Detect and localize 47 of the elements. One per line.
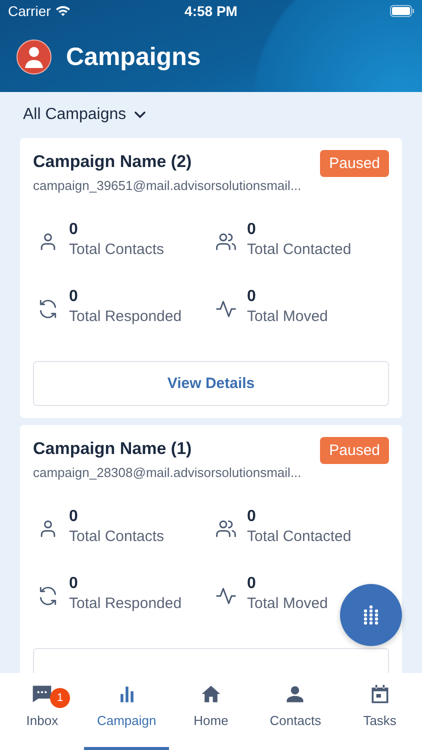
activity-icon [215, 585, 237, 607]
tab-item[interactable]: Tasks [338, 673, 422, 750]
refresh-icon [37, 298, 59, 320]
stat-value: 0 [69, 508, 79, 526]
tab-item[interactable]: Home [168, 673, 254, 750]
chevron-down-icon[interactable] [134, 111, 146, 119]
stat-value: 0 [69, 221, 79, 239]
stat-label: Total Responded [69, 595, 182, 612]
stat-label: Total Contacts [69, 528, 164, 545]
notification-badge: 1 [50, 688, 70, 708]
dialpad-icon [363, 605, 379, 625]
refresh-icon [37, 585, 59, 607]
stat-label: Total Responded [69, 308, 182, 325]
stat-value: 0 [247, 221, 257, 239]
stat-label: Total Contacts [69, 241, 164, 258]
tab-item[interactable]: Inbox 1 [0, 673, 84, 750]
people-icon [215, 231, 237, 253]
view-details-button[interactable]: View Details [33, 361, 389, 406]
carrier-label: Carrier [8, 3, 51, 19]
tab-item[interactable]: Campaign [84, 673, 169, 750]
filter-dropdown[interactable]: All Campaigns [23, 106, 126, 124]
activity-icon [215, 298, 237, 320]
campaign-name: Campaign Name (1) [33, 439, 192, 459]
status-badge: Paused [320, 437, 389, 464]
stat-label: Total Moved [247, 308, 328, 325]
stat-value: 0 [69, 288, 79, 306]
status-time: 4:58 PM [184, 3, 238, 19]
stat-label: Total Contacted [247, 528, 352, 545]
avatar-icon[interactable] [16, 39, 52, 75]
stat-value: 0 [247, 508, 257, 526]
campaign-email: campaign_28308@mail.advisorsolutionsmail... [33, 465, 302, 480]
home-icon [200, 683, 222, 705]
page-title: Campaigns [66, 42, 201, 72]
stat-value: 0 [69, 575, 79, 593]
tab-item[interactable]: Contacts [253, 673, 338, 750]
campaign-name: Campaign Name (2) [33, 152, 192, 172]
stat-label: Total Moved [247, 595, 328, 612]
campaign-email: campaign_39651@mail.advisorsolutionsmail... [33, 178, 302, 193]
battery-icon [390, 5, 414, 17]
status-badge: Paused [320, 150, 389, 177]
people-icon [215, 518, 237, 540]
chat-bubble-icon [31, 683, 54, 705]
wifi-icon [54, 5, 71, 17]
stat-value: 0 [247, 575, 257, 593]
stat-label: Total Contacted [247, 241, 352, 258]
stat-value: 0 [247, 288, 257, 306]
person-icon [284, 683, 306, 705]
